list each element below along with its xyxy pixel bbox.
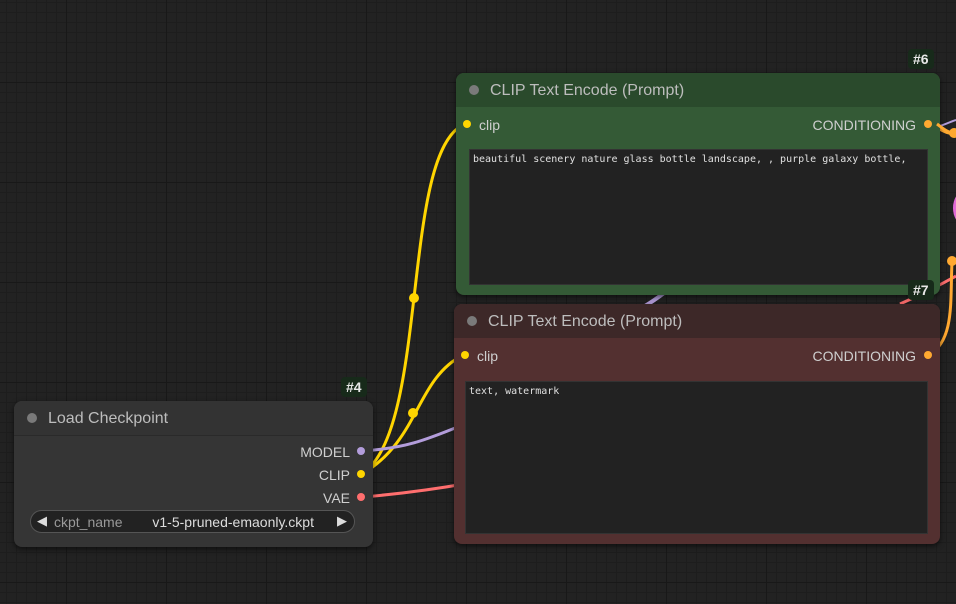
- input-label-clip: clip: [477, 348, 499, 364]
- output-slot-clip[interactable]: [357, 470, 365, 478]
- output-slot-vae[interactable]: [357, 493, 365, 501]
- collapse-dot-icon[interactable]: [27, 413, 37, 423]
- prompt-text-area[interactable]: text, watermark: [465, 381, 928, 534]
- ckpt-name-combo[interactable]: ◀ ckpt_name v1-5-pruned-emaonly.ckpt ▶: [30, 510, 355, 533]
- output-slot-conditioning[interactable]: [924, 351, 932, 359]
- wire-clip-to-negative[interactable]: [361, 353, 464, 476]
- node-id-badge-7: #7: [908, 280, 934, 300]
- output-label-conditioning: CONDITIONING: [812, 117, 916, 133]
- node-title: Load Checkpoint: [48, 410, 169, 427]
- node-id-badge-6: #6: [908, 49, 934, 69]
- clip-text-encode-negative-node[interactable]: CLIP Text Encode (Prompt) clip CONDITION…: [454, 304, 940, 544]
- wire-midpoint-clip-negative[interactable]: [408, 408, 418, 418]
- node-title: CLIP Text Encode (Prompt): [490, 82, 685, 99]
- prompt-text-area[interactable]: beautiful scenery nature glass bottle la…: [469, 149, 928, 285]
- output-label-vae: VAE: [323, 490, 350, 506]
- output-label-conditioning: CONDITIONING: [812, 348, 916, 364]
- node-title-bar[interactable]: CLIP Text Encode (Prompt): [454, 304, 940, 338]
- node-title-bar[interactable]: Load Checkpoint: [14, 401, 373, 436]
- wire-midpoint-clip-positive[interactable]: [409, 293, 419, 303]
- node-id-badge-4: #4: [341, 377, 367, 397]
- collapse-dot-icon[interactable]: [467, 316, 477, 326]
- output-label-clip: CLIP: [318, 467, 350, 483]
- node-title-bar[interactable]: CLIP Text Encode (Prompt): [456, 73, 940, 107]
- output-label-model: MODEL: [300, 444, 350, 460]
- load-checkpoint-node[interactable]: Load Checkpoint MODEL CLIP VAE ◀ ckpt_na…: [14, 401, 373, 547]
- combo-value: v1-5-pruned-emaonly.ckpt: [152, 514, 314, 530]
- wire-purple-top[interactable]: [939, 119, 956, 127]
- combo-label: ckpt_name: [54, 514, 123, 530]
- output-slot-conditioning[interactable]: [924, 120, 932, 128]
- input-slot-clip[interactable]: [463, 120, 471, 128]
- combo-left-arrow-icon[interactable]: ◀: [37, 513, 47, 529]
- collapse-dot-icon[interactable]: [469, 85, 479, 95]
- input-slot-clip[interactable]: [461, 351, 469, 359]
- wire-midpoint-conditioning-negative[interactable]: [947, 256, 956, 266]
- input-label-clip: clip: [479, 117, 501, 133]
- wire-midpoint-conditioning-positive[interactable]: [949, 128, 956, 138]
- output-slot-model[interactable]: [357, 447, 365, 455]
- combo-right-arrow-icon[interactable]: ▶: [337, 513, 347, 529]
- wire-clip-to-positive[interactable]: [361, 122, 466, 476]
- clip-text-encode-positive-node[interactable]: CLIP Text Encode (Prompt) clip CONDITION…: [456, 73, 940, 295]
- node-title: CLIP Text Encode (Prompt): [488, 313, 683, 330]
